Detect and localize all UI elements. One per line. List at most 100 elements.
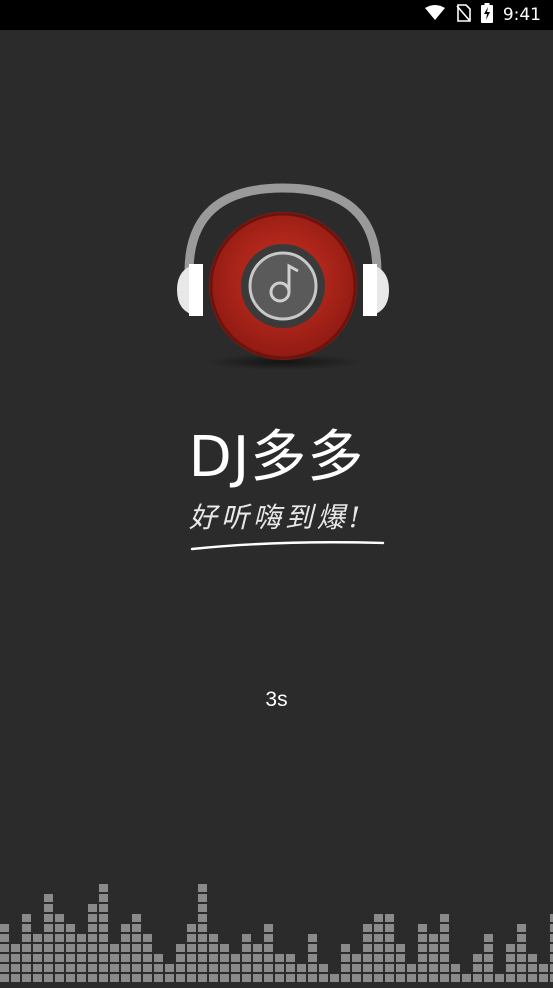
equalizer-cell (99, 924, 108, 932)
equalizer-cell (0, 974, 9, 982)
equalizer-cell (44, 964, 53, 972)
wifi-icon (424, 4, 445, 26)
equalizer-cell (539, 964, 548, 972)
equalizer-cell (341, 954, 350, 962)
equalizer-cell (385, 934, 394, 942)
equalizer-cell (198, 914, 207, 922)
equalizer-cell (0, 934, 9, 942)
equalizer-cell (319, 964, 328, 972)
equalizer-cell (209, 934, 218, 942)
equalizer-cell (264, 934, 273, 942)
equalizer-cell (473, 974, 482, 982)
equalizer-cell (143, 934, 152, 942)
equalizer-cell (341, 974, 350, 982)
equalizer-cell (418, 954, 427, 962)
equalizer-cell (88, 934, 97, 942)
countdown-skip-button[interactable]: 3s (0, 688, 553, 712)
equalizer-cell (209, 964, 218, 972)
equalizer-cell (33, 964, 42, 972)
equalizer-cell (143, 944, 152, 952)
app-name: DJ多多 (188, 425, 365, 490)
equalizer-cell (517, 974, 526, 982)
equalizer-cell (385, 954, 394, 962)
equalizer-cell (506, 944, 515, 952)
equalizer-cell (0, 944, 9, 952)
equalizer-cell (55, 964, 64, 972)
equalizer-cell (539, 974, 548, 982)
equalizer-cell (352, 974, 361, 982)
equalizer-cell (11, 964, 20, 972)
equalizer-cell (132, 954, 141, 962)
headphone-logo-icon (175, 180, 391, 372)
equalizer-cell (33, 944, 42, 952)
equalizer-cell (473, 954, 482, 962)
equalizer-cell (242, 974, 251, 982)
equalizer-cell (418, 924, 427, 932)
equalizer-cell (352, 954, 361, 962)
equalizer-cell (374, 914, 383, 922)
equalizer-cell (187, 954, 196, 962)
equalizer-cell (385, 914, 394, 922)
equalizer-cell (132, 934, 141, 942)
equalizer-cell (22, 954, 31, 962)
equalizer-cell (11, 944, 20, 952)
equalizer-cell (88, 964, 97, 972)
equalizer-cell (187, 944, 196, 952)
equalizer-cell (77, 934, 86, 942)
equalizer-cell (451, 974, 460, 982)
equalizer-cell (484, 964, 493, 972)
equalizer-cell (308, 934, 317, 942)
equalizer-cell (374, 944, 383, 952)
equalizer-cell (231, 954, 240, 962)
equalizer-cell (77, 974, 86, 982)
equalizer-cell (440, 924, 449, 932)
equalizer-cell (308, 964, 317, 972)
equalizer-cell (66, 944, 75, 952)
equalizer-cell (44, 974, 53, 982)
equalizer-cell (110, 944, 119, 952)
equalizer-cell (363, 964, 372, 972)
equalizer-cell (132, 974, 141, 982)
equalizer-cell (77, 954, 86, 962)
equalizer-cell (385, 964, 394, 972)
equalizer-cell (220, 944, 229, 952)
equalizer-cell (264, 924, 273, 932)
equalizer-cell (55, 934, 64, 942)
equalizer-cell (308, 974, 317, 982)
equalizer-cell (99, 964, 108, 972)
equalizer-cell (176, 954, 185, 962)
equalizer-cell (440, 934, 449, 942)
equalizer-cell (209, 954, 218, 962)
equalizer-cell (396, 974, 405, 982)
equalizer-cell (22, 964, 31, 972)
equalizer-cell (198, 974, 207, 982)
status-time: 9:41 (502, 5, 541, 25)
equalizer-cell (22, 944, 31, 952)
equalizer-cell (88, 944, 97, 952)
equalizer-cell (143, 954, 152, 962)
equalizer-cell (374, 924, 383, 932)
equalizer-cell (198, 894, 207, 902)
equalizer-cell (242, 934, 251, 942)
equalizer-cell (407, 964, 416, 972)
no-sim-icon (455, 3, 471, 27)
equalizer-cell (198, 964, 207, 972)
equalizer-cell (99, 894, 108, 902)
equalizer-cell (154, 954, 163, 962)
equalizer-cell (484, 974, 493, 982)
equalizer-cell (220, 964, 229, 972)
equalizer-cell (385, 924, 394, 932)
equalizer-cell (374, 964, 383, 972)
equalizer-cell (55, 954, 64, 962)
equalizer-cell (264, 974, 273, 982)
equalizer-cell (418, 934, 427, 942)
equalizer-cell (517, 944, 526, 952)
equalizer-cell (121, 944, 130, 952)
equalizer-cell (198, 934, 207, 942)
equalizer-cell (176, 964, 185, 972)
equalizer-cell (187, 934, 196, 942)
equalizer-cell (55, 974, 64, 982)
equalizer-cell (440, 954, 449, 962)
equalizer-cell (88, 924, 97, 932)
equalizer-cell (88, 974, 97, 982)
